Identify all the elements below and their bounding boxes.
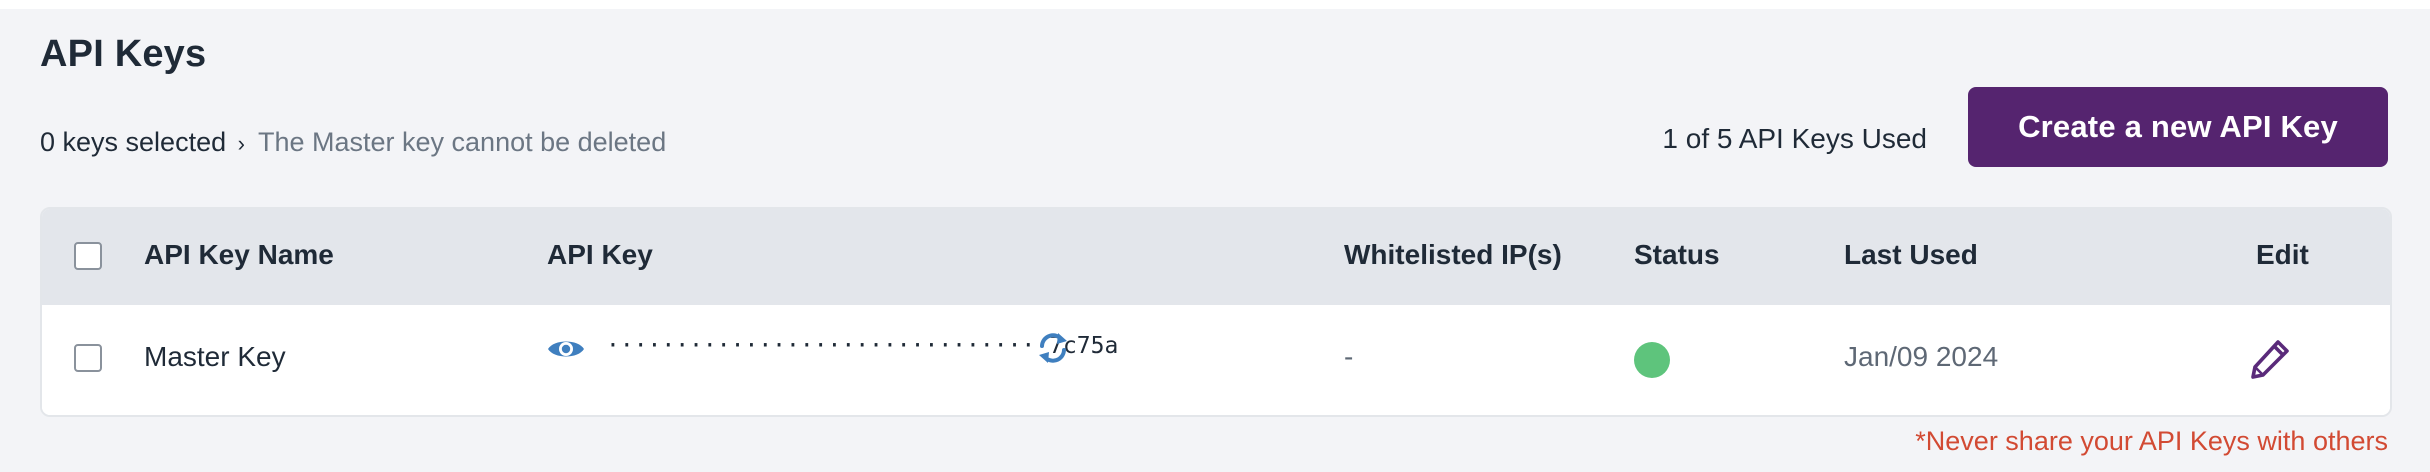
table-header: API Key Name API Key Whitelisted IP(s) S… [42,209,2390,305]
pencil-icon[interactable] [2248,337,2292,381]
last-used-date: Jan/09 2024 [1844,341,1999,372]
api-keys-panel: API Keys 0 keys selected › The Master ke… [0,9,2430,472]
status-indicator [1634,342,1670,378]
selected-count: 0 keys selected [40,127,227,157]
create-api-key-button[interactable]: Create a new API Key [1968,87,2388,167]
selection-summary: 0 keys selected › The Master key cannot … [40,127,666,158]
eye-icon[interactable] [546,335,586,363]
api-keys-table: API Key Name API Key Whitelisted IP(s) S… [40,207,2392,417]
column-header-last-used: Last Used [1844,239,1978,270]
column-header-edit: Edit [2256,239,2309,270]
whitelisted-ips: - [1344,341,1354,372]
column-header-whitelisted-ips: Whitelisted IP(s) [1344,239,1562,270]
select-all-checkbox[interactable] [74,242,102,270]
security-warning: *Never share your API Keys with others [1915,426,2388,456]
column-header-status: Status [1634,239,1720,270]
column-header-name: API Key Name [144,239,334,270]
master-key-note: The Master key cannot be deleted [257,127,667,157]
column-header-key: API Key [547,239,653,270]
row-select-checkbox[interactable] [74,344,102,372]
table-row: Master Key ·····························… [42,305,2390,415]
refresh-icon[interactable] [1034,329,1072,367]
separator: › [237,131,245,156]
api-key-name: Master Key [144,341,286,372]
page-title: API Keys [40,33,207,75]
keys-usage-count: 1 of 5 API Keys Used [1662,123,1927,154]
